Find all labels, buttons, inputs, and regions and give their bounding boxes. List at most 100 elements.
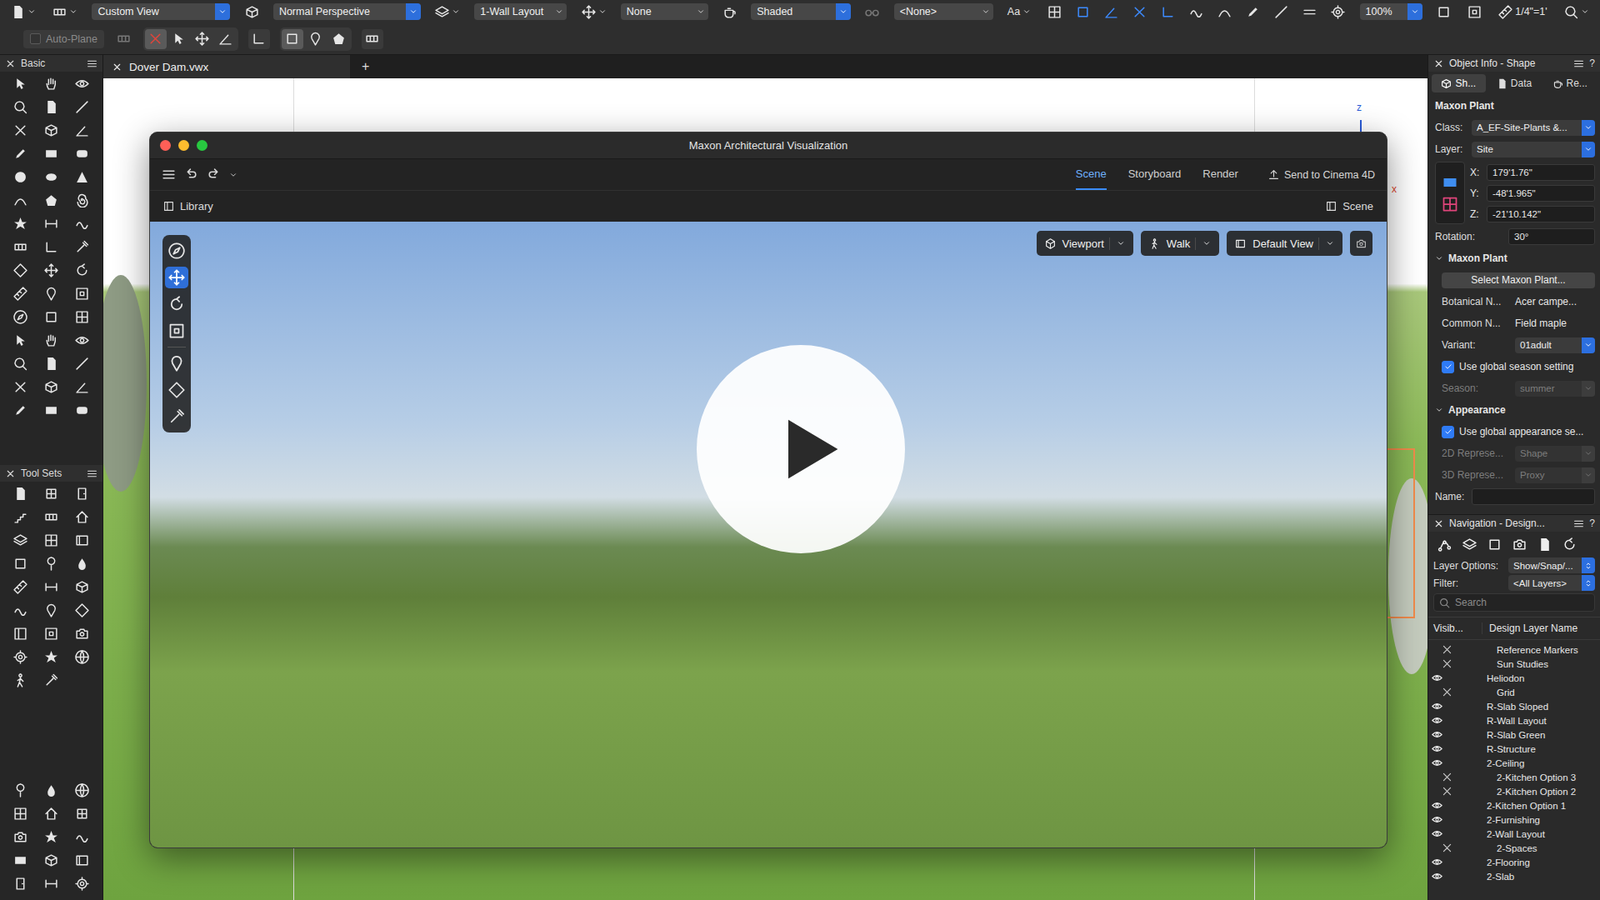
layer-row[interactable]: 2-Slab	[1428, 869, 1600, 884]
new-tab-button[interactable]: +	[350, 55, 381, 79]
option-dropdown[interactable]: 01adult	[1515, 337, 1595, 354]
option-button[interactable]	[248, 29, 270, 50]
tool-button[interactable]	[5, 141, 36, 165]
coordinate-field[interactable]: -21'10.142"	[1486, 205, 1595, 223]
tool-button[interactable]	[66, 375, 98, 399]
tool-button[interactable]	[5, 801, 36, 825]
tool-button[interactable]	[35, 258, 67, 282]
checkbox[interactable]	[1441, 425, 1455, 439]
visibility-toggle[interactable]	[1428, 757, 1480, 769]
visibility-toggle[interactable]	[1428, 672, 1480, 684]
tool-button[interactable]	[66, 801, 98, 825]
visibility-toggle[interactable]	[1428, 870, 1480, 882]
menu-icon[interactable]	[161, 167, 176, 182]
viewport-tool[interactable]	[165, 266, 189, 289]
tool-button[interactable]	[5, 375, 36, 399]
close-icon[interactable]	[5, 58, 16, 70]
coordinate-field[interactable]: -48'1.965"	[1486, 185, 1595, 202]
viewport-tool[interactable]	[165, 352, 189, 375]
plane-mode-button[interactable]	[215, 29, 237, 50]
tool-set-button[interactable]	[5, 575, 36, 599]
name-field[interactable]	[1471, 488, 1595, 505]
viewport-control[interactable]: Walk	[1140, 230, 1220, 256]
tool-button[interactable]	[66, 211, 98, 235]
drawing-canvas[interactable]: zxMaxon Architectural VisualizationScene…	[103, 78, 1428, 900]
visibility-toggle[interactable]	[1428, 658, 1490, 670]
layer-row[interactable]: 2-Ceiling	[1428, 755, 1600, 770]
snap-toggle[interactable]	[1300, 3, 1320, 21]
snapshot-button[interactable]	[1350, 230, 1373, 256]
snap-toggle[interactable]	[1101, 3, 1121, 21]
close-button[interactable]	[160, 140, 171, 151]
tool-button[interactable]	[5, 305, 36, 329]
tool-button[interactable]	[66, 281, 98, 305]
text-style-button[interactable]: Aa	[1005, 4, 1034, 20]
help-button[interactable]: ?	[1589, 517, 1595, 530]
render-mode-dropdown[interactable]: Shaded	[750, 3, 851, 20]
layer-row[interactable]: R-Wall Layout	[1428, 713, 1600, 728]
tool-button[interactable]	[5, 328, 36, 352]
tool-button[interactable]	[66, 305, 98, 329]
snap-toggle[interactable]	[1243, 3, 1263, 21]
snap-toggle[interactable]	[1045, 3, 1065, 21]
menu-icon[interactable]	[1573, 58, 1585, 70]
tool-button[interactable]	[66, 848, 98, 872]
column-header[interactable]: Visib...	[1428, 622, 1483, 635]
tool-set-button[interactable]	[5, 598, 36, 622]
tool-set-button[interactable]	[5, 551, 36, 575]
help-button[interactable]: ?	[1589, 57, 1595, 70]
snap-toggle[interactable]	[1328, 3, 1348, 21]
tool-button[interactable]	[35, 848, 67, 872]
working-plane-button[interactable]	[114, 30, 134, 48]
tool-button[interactable]	[35, 235, 67, 259]
tool-button[interactable]	[35, 281, 67, 305]
viewport-tool[interactable]	[165, 405, 189, 428]
render-viewport[interactable]: ViewportWalkDefault View	[150, 221, 1387, 848]
tool-button[interactable]	[35, 141, 67, 165]
zoom-button[interactable]	[196, 140, 208, 151]
play-button[interactable]	[696, 345, 905, 554]
checkbox-option[interactable]: Use global season setting	[1441, 360, 1574, 374]
visibility-toggle[interactable]	[1428, 856, 1480, 868]
navigation-view-button[interactable]	[1510, 537, 1529, 552]
layer-row[interactable]: Reference Markers	[1428, 642, 1600, 657]
layer-row[interactable]: R-Structure	[1428, 741, 1600, 756]
visibility-toggle[interactable]	[1428, 771, 1490, 783]
tool-button[interactable]	[35, 211, 67, 235]
tool-set-button[interactable]	[35, 505, 67, 529]
object-info-tab[interactable]: Sh...	[1431, 74, 1486, 93]
tool-button[interactable]	[5, 211, 36, 235]
navigation-view-button[interactable]	[1535, 537, 1554, 552]
tool-button[interactable]	[35, 305, 67, 329]
viz-tab[interactable]: Scene	[1075, 159, 1107, 190]
menu-icon[interactable]	[1573, 518, 1585, 530]
tool-button[interactable]	[35, 71, 67, 95]
layer-row[interactable]: 2-Spaces	[1428, 840, 1600, 855]
tool-button[interactable]	[35, 165, 67, 189]
checkbox-option[interactable]: Use global appearance se...	[1441, 425, 1584, 439]
viewport-tool[interactable]	[165, 293, 189, 315]
menu-icon[interactable]	[86, 58, 98, 70]
tool-button[interactable]	[5, 351, 36, 375]
navigation-view-button[interactable]	[1485, 537, 1504, 552]
column-header[interactable]: Design Layer Name	[1482, 622, 1578, 635]
layer-row[interactable]: 2-Kitchen Option 2	[1428, 784, 1600, 799]
tool-button[interactable]	[66, 398, 98, 422]
preferences-button[interactable]	[361, 29, 384, 50]
viewport-tool[interactable]	[165, 320, 189, 342]
search-button[interactable]	[1561, 3, 1592, 21]
tool-button[interactable]	[5, 398, 36, 422]
active-layer-dropdown[interactable]: 1-Wall Layout	[474, 3, 567, 20]
tool-set-button[interactable]	[66, 551, 98, 575]
visibility-toggle[interactable]	[1428, 842, 1490, 854]
selection-mode-button[interactable]	[305, 29, 327, 50]
tool-button[interactable]	[35, 825, 67, 849]
navigation-view-button[interactable]	[1560, 537, 1579, 552]
tool-set-button[interactable]	[35, 621, 67, 645]
tool-button[interactable]	[35, 188, 67, 212]
tool-set-button[interactable]	[66, 481, 98, 505]
tool-button[interactable]	[66, 778, 98, 802]
document-tab[interactable]: Dover Dam.vwx	[103, 55, 350, 79]
tool-set-button[interactable]	[66, 505, 98, 529]
tool-button[interactable]	[66, 235, 98, 259]
